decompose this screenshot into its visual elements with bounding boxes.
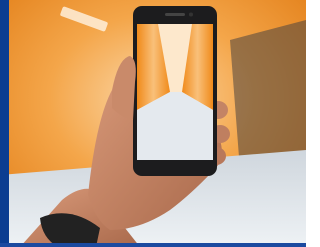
accent-bar [0,0,9,247]
phone-speaker [165,13,185,16]
photo-hand-phone-tunnel [0,0,306,247]
phone-camera [189,12,193,17]
bottom-accent-bar [0,243,306,247]
photo-frame [0,0,306,247]
